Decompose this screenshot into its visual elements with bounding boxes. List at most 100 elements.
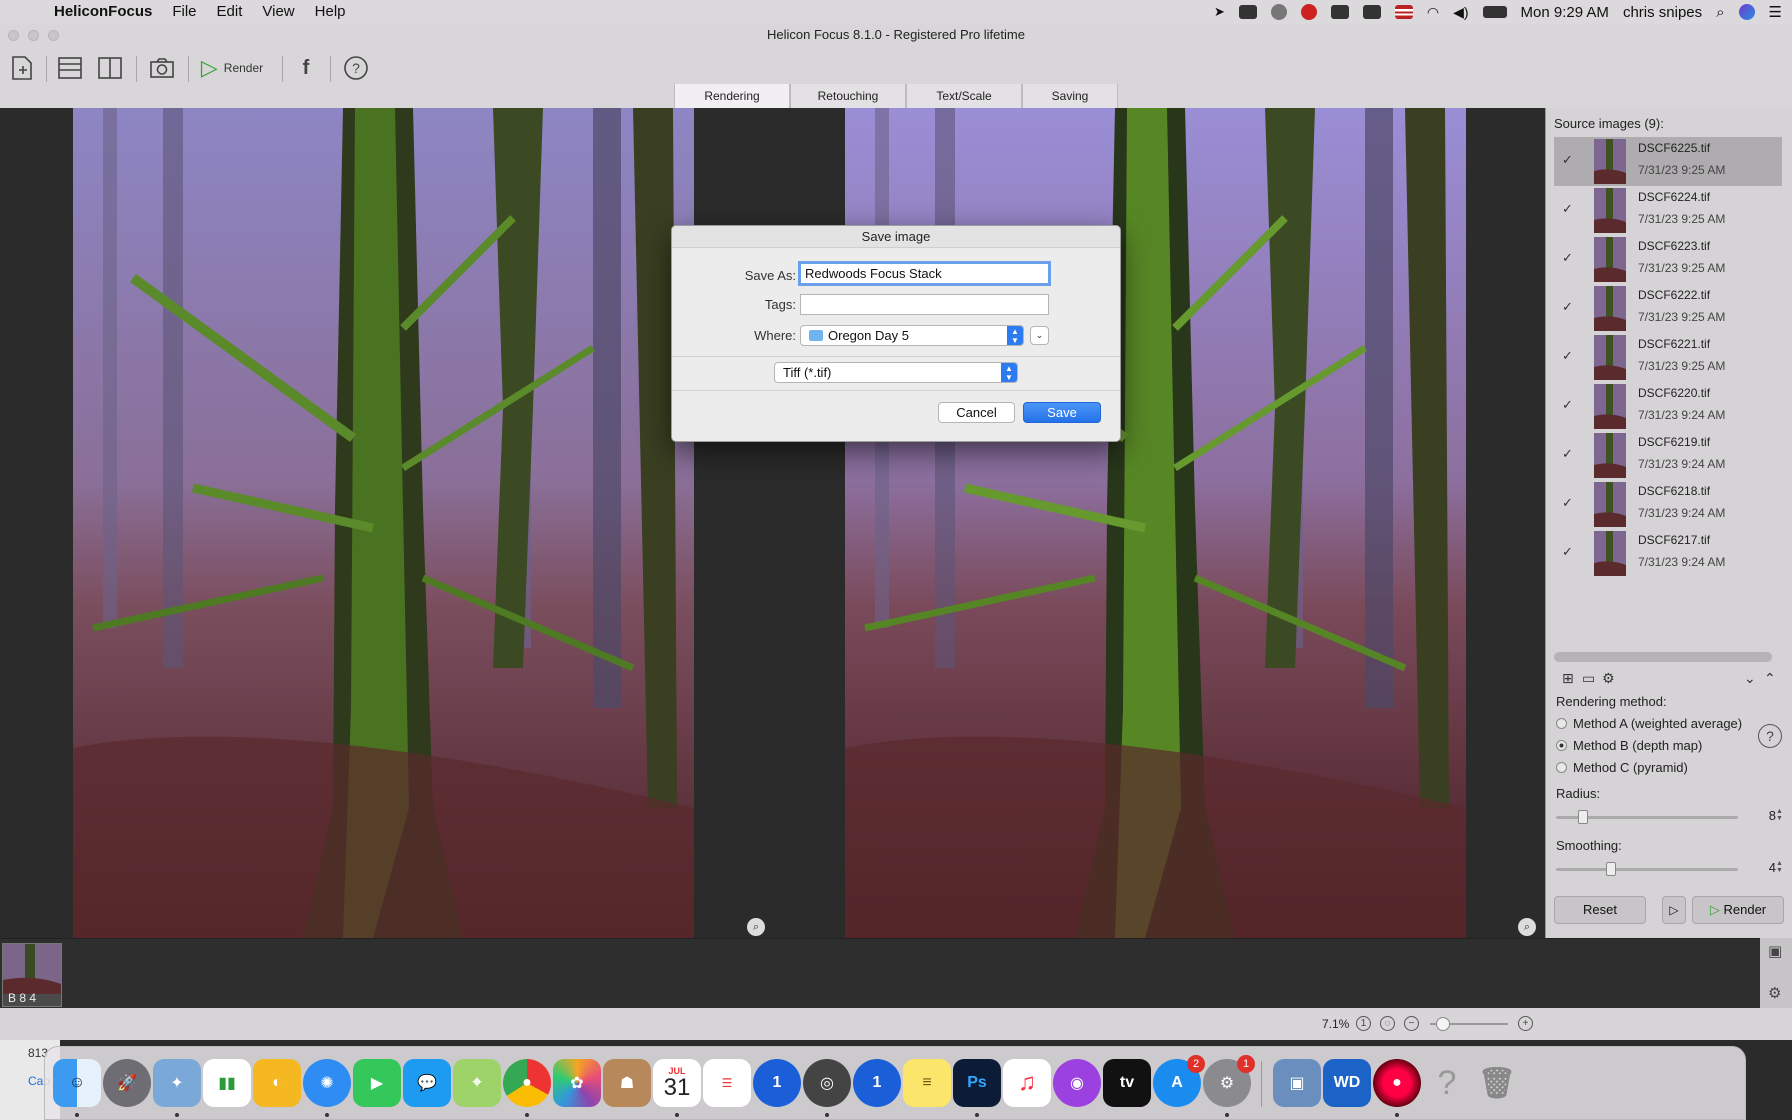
aperture-icon[interactable]: ◎ (803, 1059, 851, 1107)
safari-icon[interactable]: ✺ (303, 1059, 351, 1107)
location-icon[interactable]: ➤ (1214, 4, 1225, 20)
save-button[interactable]: Save (1023, 402, 1101, 423)
launchpad-icon[interactable]: 🚀 (103, 1059, 151, 1107)
onepassword-alt-icon[interactable]: 1 (853, 1059, 901, 1107)
menu-help[interactable]: Help (305, 0, 356, 24)
save-disk-icon[interactable]: ▣ (1768, 942, 1782, 960)
app-menu[interactable]: HeliconFocus (52, 0, 162, 24)
include-checkbox[interactable]: ✓ (1562, 152, 1573, 168)
source-image-row[interactable]: ✓ DSCF6224.tif 7/31/23 9:25 AM (1554, 186, 1782, 235)
method-a-radio[interactable]: Method A (weighted average) (1556, 716, 1742, 731)
source-list-scrollbar[interactable] (1554, 652, 1772, 662)
control-center-icon[interactable]: ☰ (1769, 3, 1782, 21)
source-image-preview[interactable] (73, 108, 694, 938)
focus-icon[interactable] (1270, 4, 1287, 20)
source-image-row[interactable]: ✓ DSCF6219.tif 7/31/23 9:24 AM (1554, 431, 1782, 480)
messages-icon[interactable]: 💬 (403, 1059, 451, 1107)
source-image-row[interactable]: ✓ DSCF6225.tif 7/31/23 9:25 AM (1554, 137, 1782, 186)
source-zoom-button[interactable]: ⌕ (747, 918, 765, 936)
wd-drive-icon[interactable] (1238, 5, 1257, 19)
source-image-row[interactable]: ✓ DSCF6220.tif 7/31/23 9:24 AM (1554, 382, 1782, 431)
camera-button[interactable] (146, 52, 178, 84)
chrome-icon[interactable]: ● (503, 1059, 551, 1107)
include-checkbox[interactable]: ✓ (1562, 201, 1573, 217)
battery-icon[interactable] (1482, 6, 1507, 18)
radius-stepper-icon[interactable]: ▲ ▼ (1776, 808, 1783, 822)
move-down-icon[interactable]: ⌄ (1744, 670, 1756, 687)
smoothing-slider-thumb[interactable] (1605, 862, 1616, 876)
expand-dialog-button[interactable]: ⌄ (1030, 326, 1049, 345)
tab-text-scale[interactable]: Text/Scale (906, 84, 1022, 108)
include-checkbox[interactable]: ✓ (1562, 544, 1573, 560)
zoom-to-actual-icon[interactable]: 1 (1356, 1016, 1371, 1031)
calendar-icon[interactable]: JUL 31 (653, 1059, 701, 1107)
smoothing-stepper-icon[interactable]: ▲ ▼ (1776, 860, 1783, 874)
render-button[interactable]: ▷ Render (1692, 896, 1784, 924)
spotlight-search-icon[interactable]: ⌕ (1716, 4, 1724, 21)
help-viewer-icon[interactable]: ? (1423, 1059, 1471, 1107)
source-image-row[interactable]: ✓ DSCF6218.tif 7/31/23 9:24 AM (1554, 480, 1782, 529)
numbers-icon[interactable]: ▮▮ (203, 1059, 251, 1107)
split-horizontal-button[interactable] (54, 52, 86, 84)
zoom-to-fit-icon[interactable]: ◌ (1380, 1016, 1395, 1031)
close-window-icon[interactable] (8, 30, 19, 41)
menu-file[interactable]: File (162, 0, 206, 24)
volume-icon[interactable]: ◀) (1453, 4, 1468, 21)
method-b-radio[interactable]: Method B (depth map) (1556, 738, 1702, 753)
printer-icon[interactable] (1330, 5, 1349, 19)
podcasts-icon[interactable]: ◉ (1053, 1059, 1101, 1107)
photos-icon[interactable]: ✿ (553, 1059, 601, 1107)
remove-source-icon[interactable]: ▭ (1582, 670, 1595, 687)
creative-cloud-icon[interactable] (1300, 4, 1317, 20)
include-checkbox[interactable]: ✓ (1562, 446, 1573, 462)
us-flag-input-icon[interactable] (1394, 5, 1413, 19)
notes-icon[interactable]: ≡ (903, 1059, 951, 1107)
render-preview-button[interactable]: ▷ (1662, 896, 1686, 924)
include-checkbox[interactable]: ✓ (1562, 348, 1573, 364)
facetime-icon[interactable]: ▶ (353, 1059, 401, 1107)
source-image-row[interactable]: ✓ DSCF6217.tif 7/31/23 9:24 AM (1554, 529, 1782, 578)
include-checkbox[interactable]: ✓ (1562, 299, 1573, 315)
source-image-row[interactable]: ✓ DSCF6223.tif 7/31/23 9:25 AM (1554, 235, 1782, 284)
helicon-focus-icon[interactable]: ● (1373, 1059, 1421, 1107)
wd-discovery-icon[interactable]: WD (1323, 1059, 1371, 1107)
save-as-input[interactable] (798, 261, 1051, 286)
menu-view[interactable]: View (252, 0, 304, 24)
image-capture-icon[interactable]: ▣ (1273, 1059, 1321, 1107)
finder-icon[interactable]: ☺ (53, 1059, 101, 1107)
add-images-button[interactable] (6, 52, 38, 84)
reset-button[interactable]: Reset (1554, 896, 1646, 924)
include-checkbox[interactable]: ✓ (1562, 397, 1573, 413)
result-zoom-button[interactable]: ⌕ (1518, 918, 1536, 936)
apple-tv-icon[interactable]: tv (1103, 1059, 1151, 1107)
settings-icon[interactable]: ⚙ (1602, 670, 1615, 687)
music-icon[interactable]: ♫ (1003, 1059, 1051, 1107)
source-image-row[interactable]: ✓ DSCF6221.tif 7/31/23 9:25 AM (1554, 333, 1782, 382)
zoom-slider-thumb[interactable] (1436, 1017, 1450, 1031)
include-checkbox[interactable]: ✓ (1562, 495, 1573, 511)
preview-app-icon[interactable]: ✦ (153, 1059, 201, 1107)
minimize-window-icon[interactable] (28, 30, 39, 41)
onepassword-icon[interactable]: 1 (753, 1059, 801, 1107)
add-source-icon[interactable]: ⊞ (1562, 670, 1574, 687)
reminders-icon[interactable]: ☰ (703, 1059, 751, 1107)
facebook-button[interactable]: f (290, 52, 322, 84)
help-button[interactable]: ? (340, 52, 372, 84)
display-icon[interactable] (1362, 5, 1381, 19)
method-help-icon[interactable]: ? (1758, 724, 1782, 748)
cancel-button[interactable]: Cancel (938, 402, 1015, 423)
contacts-icon[interactable]: ☗ (603, 1059, 651, 1107)
method-c-radio[interactable]: Method C (pyramid) (1556, 760, 1688, 775)
radius-value[interactable]: 8 (1746, 807, 1780, 825)
split-vertical-button[interactable] (94, 52, 126, 84)
clock[interactable]: Mon 9:29 AM (1521, 4, 1609, 21)
tab-retouching[interactable]: Retouching (790, 84, 906, 108)
siri-icon[interactable] (1738, 4, 1755, 20)
source-image-row[interactable]: ✓ DSCF6222.tif 7/31/23 9:25 AM (1554, 284, 1782, 333)
render-toolbar-button[interactable]: ▷ Render (196, 52, 268, 84)
maps-icon[interactable]: ⌖ (453, 1059, 501, 1107)
zoom-window-icon[interactable] (48, 30, 59, 41)
user-name[interactable]: chris snipes (1623, 4, 1702, 21)
menu-edit[interactable]: Edit (207, 0, 253, 24)
keynote-icon[interactable]: ◐ (253, 1059, 301, 1107)
